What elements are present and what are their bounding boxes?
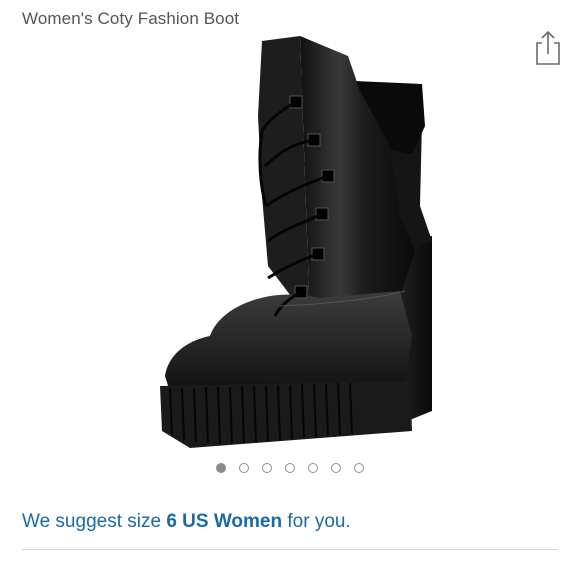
pagination-dot[interactable] [331,463,341,473]
product-title: Women's Coty Fashion Boot [22,9,240,28]
pagination-dot[interactable] [354,463,364,473]
divider [22,549,558,550]
size-suggestion-prefix: We suggest size [22,511,167,532]
boot-image [160,36,432,448]
pagination-dot[interactable] [262,463,272,473]
product-image[interactable] [150,36,440,448]
pagination-dot[interactable] [239,463,249,473]
share-icon [536,30,560,65]
size-suggestion-suffix: for you. [282,511,351,532]
pagination-dot[interactable] [216,463,226,473]
pagination-dot[interactable] [308,463,318,473]
pagination-dot[interactable] [285,463,295,473]
share-button[interactable] [534,30,562,66]
suggested-size: 6 US Women [166,511,283,532]
size-suggestion[interactable]: We suggest size 6 US Women for you. [22,511,351,533]
image-pagination [0,463,580,473]
